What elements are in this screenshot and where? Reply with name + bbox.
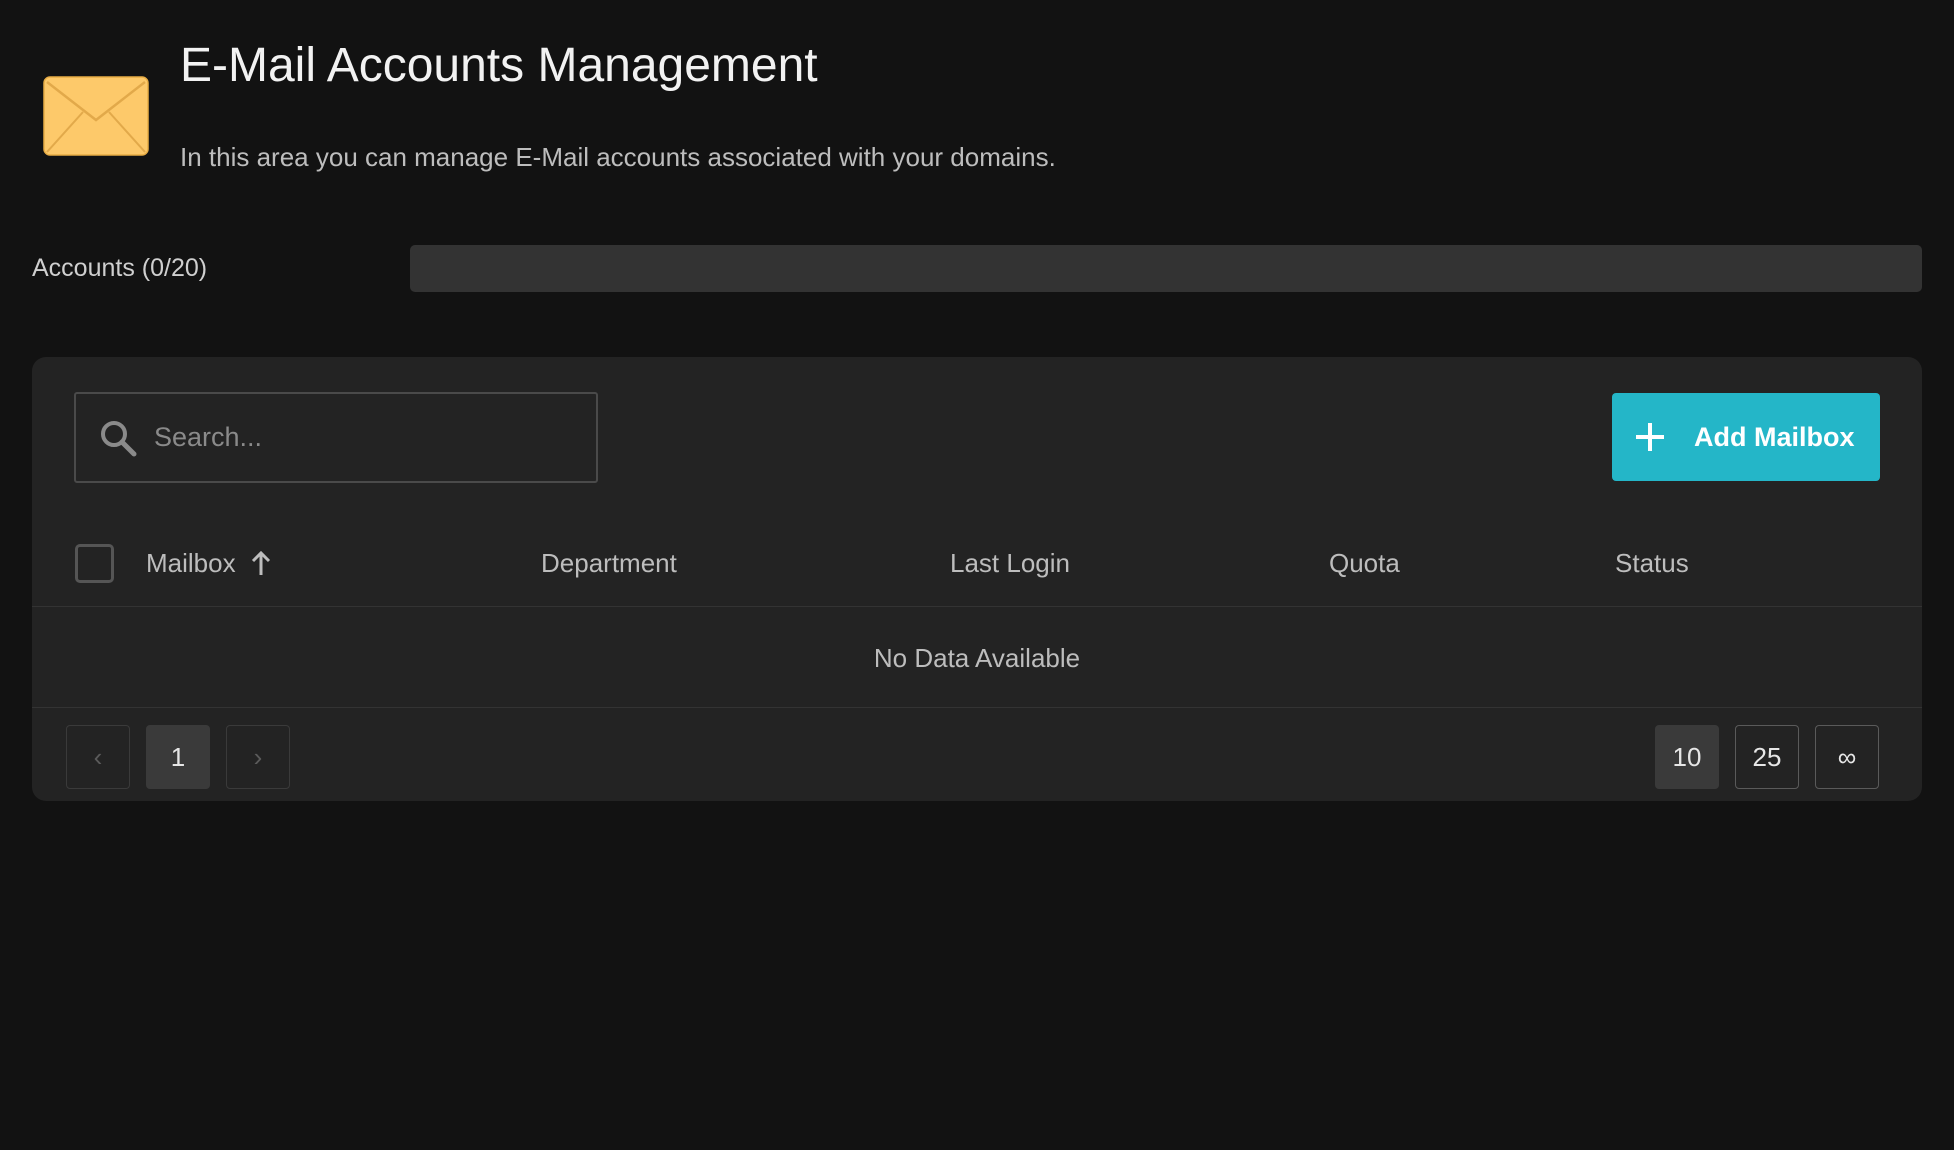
next-page-button[interactable]: › — [226, 725, 290, 789]
page-header: E-Mail Accounts Management In this area … — [0, 0, 1954, 200]
page-subtitle: In this area you can manage E-Mail accou… — [180, 142, 1056, 172]
column-header-quota[interactable]: Quota — [1329, 547, 1400, 579]
select-all-checkbox[interactable] — [75, 544, 114, 583]
column-header-department[interactable]: Department — [541, 547, 677, 579]
page-title: E-Mail Accounts Management — [180, 39, 818, 92]
column-header-status[interactable]: Status — [1615, 547, 1689, 579]
previous-page-button[interactable]: ‹ — [66, 725, 130, 789]
page-1-button[interactable]: 1 — [146, 725, 210, 789]
mailbox-table-card: Add Mailbox Mailbox Department Last Logi… — [32, 357, 1922, 801]
add-mailbox-label: Add Mailbox — [1694, 421, 1855, 452]
column-header-mailbox[interactable]: Mailbox — [146, 547, 272, 579]
page-size-all-button[interactable]: ∞ — [1815, 725, 1879, 789]
plus-icon — [1636, 423, 1664, 451]
empty-table-row: No Data Available — [32, 608, 1922, 708]
page-size-10-button[interactable]: 10 — [1655, 725, 1719, 789]
page-size-25-button[interactable]: 25 — [1735, 725, 1799, 789]
search-icon — [101, 421, 137, 457]
column-header-mailbox-label: Mailbox — [146, 548, 236, 578]
empty-message: No Data Available — [873, 643, 1081, 673]
accounts-quota-label: Accounts (0/20) — [32, 254, 208, 282]
search-input[interactable] — [152, 394, 582, 481]
arrow-up-icon — [251, 550, 270, 575]
accounts-quota-bar — [410, 245, 1922, 292]
envelope-icon — [43, 76, 149, 156]
search-box[interactable] — [74, 392, 598, 483]
table-header: Mailbox Department Last Login Quota Stat… — [32, 527, 1922, 607]
add-mailbox-button[interactable]: Add Mailbox — [1612, 393, 1880, 481]
column-header-last-login[interactable]: Last Login — [950, 547, 1070, 579]
